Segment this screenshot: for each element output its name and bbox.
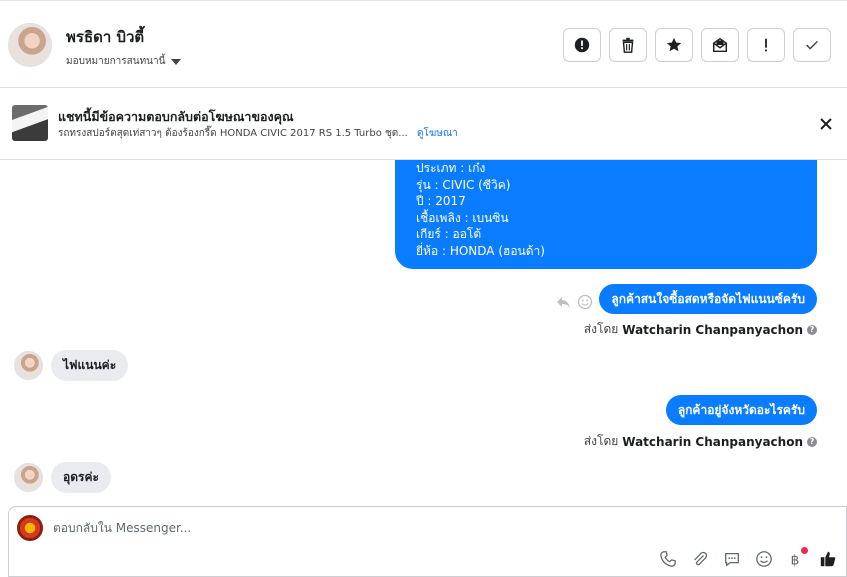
view-ad-link[interactable]: ดูโฆษณา bbox=[417, 128, 458, 139]
incoming-message: ไฟแนนค่ะ bbox=[51, 350, 129, 381]
contact-avatar[interactable] bbox=[8, 23, 52, 67]
paperclip-icon bbox=[694, 551, 708, 566]
contact-name[interactable]: พรธิดา บิวตี้ bbox=[66, 25, 144, 49]
caret-down-icon bbox=[171, 58, 182, 65]
outgoing-message: ลูกค้าอยู่จังหวัดอะไรครับ bbox=[665, 395, 817, 425]
assign-conversation-dropdown[interactable]: มอบหมายการสนทนานี้ bbox=[66, 54, 182, 69]
trash-icon bbox=[622, 37, 634, 53]
phone-icon bbox=[660, 551, 676, 567]
ad-reply-banner: แชทนี้มีข้อความตอบกลับต่อโฆษณาของคุณ รถท… bbox=[0, 88, 847, 160]
saved-replies-button[interactable] bbox=[722, 549, 742, 569]
agent-name: Watcharin Chanpanyachon bbox=[622, 322, 803, 337]
like-button[interactable] bbox=[818, 549, 838, 569]
star-button[interactable] bbox=[655, 28, 693, 62]
ad-reply-subtitle: รถทรงสปอร์ตสุดเท่สาวๆ ต้องร้องกรี๊ด HOND… bbox=[58, 126, 458, 141]
mark-spam-button[interactable] bbox=[563, 28, 601, 62]
contact-avatar-small bbox=[14, 351, 43, 380]
incoming-message: อุดรค่ะ bbox=[51, 462, 111, 493]
message-thread: ประเภท : เก๋ง รุ่น : CIVIC (ซีวิค) ปี : … bbox=[0, 160, 847, 506]
follow-up-button[interactable] bbox=[747, 28, 785, 62]
message-composer: ฿ bbox=[8, 506, 847, 577]
emoji-react-icon[interactable] bbox=[577, 294, 593, 310]
call-button[interactable] bbox=[658, 549, 678, 569]
car-detail-line: เกียร์ : ออโต้ bbox=[416, 227, 482, 241]
page-avatar bbox=[17, 515, 43, 541]
payment-button[interactable]: ฿ bbox=[786, 547, 808, 569]
alert-circle-icon bbox=[574, 37, 590, 53]
notification-dot bbox=[801, 547, 808, 554]
car-detail-line: รุ่น : CIVIC (ซีวิค) bbox=[416, 177, 511, 192]
chat-bubble-icon bbox=[725, 552, 739, 567]
contact-avatar-small bbox=[14, 463, 43, 492]
composer-tools: ฿ bbox=[658, 547, 838, 569]
sent-by-prefix: ส่งโดย bbox=[583, 434, 619, 448]
message-actions bbox=[555, 294, 593, 310]
ad-reply-title: แชทนี้มีข้อความตอบกลับต่อโฆษณาของคุณ bbox=[58, 109, 294, 124]
close-icon[interactable] bbox=[817, 115, 835, 133]
outgoing-message-car-details: ประเภท : เก๋ง รุ่น : CIVIC (ซีวิค) ปี : … bbox=[395, 160, 817, 269]
sent-by-label: ส่งโดย Watcharin Chanpanyachon ? bbox=[584, 432, 817, 451]
envelope-open-icon bbox=[712, 37, 728, 53]
car-detail-line: ยี่ห้อ : HONDA (ฮอนด้า) bbox=[416, 243, 545, 258]
ad-text: รถทรงสปอร์ตสุดเท่สาวๆ ต้องร้องกรี๊ด HOND… bbox=[58, 128, 408, 139]
emoji-button[interactable] bbox=[754, 549, 774, 569]
sent-by-label: ส่งโดย Watcharin Chanpanyachon ? bbox=[584, 320, 817, 339]
svg-text:฿: ฿ bbox=[791, 552, 800, 568]
thumbs-up-icon bbox=[820, 551, 836, 567]
conversation-header: พรธิดา บิวตี้ มอบหมายการสนทนานี้ bbox=[0, 0, 847, 88]
mark-done-button[interactable] bbox=[793, 28, 831, 62]
help-icon[interactable]: ? bbox=[807, 324, 817, 335]
ad-thumbnail bbox=[12, 105, 48, 141]
star-icon bbox=[666, 37, 682, 52]
sent-by-prefix: ส่งโดย bbox=[583, 322, 619, 336]
exclamation-icon bbox=[765, 38, 767, 52]
delete-button[interactable] bbox=[609, 28, 647, 62]
outgoing-message: ลูกค้าสนใจซื้อสดหรือจัดไฟแนนซ์ครับ bbox=[599, 284, 817, 314]
reply-input[interactable] bbox=[53, 521, 653, 535]
reply-icon[interactable] bbox=[555, 294, 571, 310]
car-detail-line: ปี : 2017 bbox=[416, 194, 466, 208]
header-actions bbox=[563, 28, 831, 62]
mark-unread-button[interactable] bbox=[701, 28, 739, 62]
help-icon[interactable]: ? bbox=[807, 436, 817, 447]
car-detail-line: ประเภท : เก๋ง bbox=[416, 161, 486, 175]
attach-button[interactable] bbox=[690, 549, 710, 569]
checkmark-icon bbox=[806, 40, 818, 50]
car-detail-line: เชื้อเพลิง : เบนซิน bbox=[416, 210, 509, 225]
agent-name: Watcharin Chanpanyachon bbox=[622, 434, 803, 449]
emoji-icon bbox=[756, 551, 772, 567]
assign-label: มอบหมายการสนทนานี้ bbox=[66, 56, 166, 67]
